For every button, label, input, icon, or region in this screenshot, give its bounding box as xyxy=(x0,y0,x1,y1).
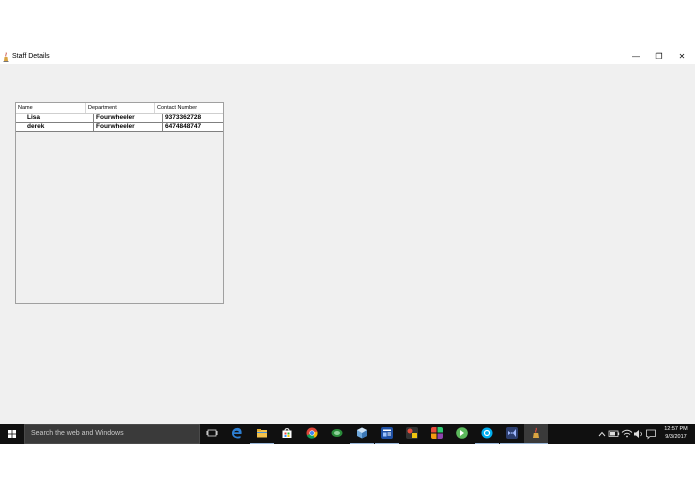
table-row[interactable]: derek Fourwheeler 6474848747 xyxy=(16,123,223,132)
photo-editor-icon[interactable] xyxy=(406,427,418,439)
cell-contact-number: 9373362728 xyxy=(165,114,202,121)
java-app-icon[interactable] xyxy=(530,427,542,439)
file-explorer-icon[interactable] xyxy=(256,427,268,439)
chevron-up-icon[interactable] xyxy=(597,424,607,444)
table-header: Name Department Contact Number xyxy=(16,103,223,114)
skype-icon[interactable] xyxy=(481,427,493,439)
tiles-icon[interactable] xyxy=(431,427,443,439)
java-app-icon xyxy=(3,52,9,62)
table-row[interactable]: Lisa Fourwheeler 9373362728 xyxy=(16,114,223,123)
restore-button[interactable]: ❐ xyxy=(648,50,670,64)
search-box[interactable]: Search the web and Windows xyxy=(24,424,200,444)
column-header-name[interactable]: Name xyxy=(16,103,86,113)
cell-department: Fourwheeler xyxy=(94,114,163,122)
store-icon[interactable] xyxy=(281,427,293,439)
news-icon[interactable] xyxy=(381,427,393,439)
cell-contact-number: 6474848747 xyxy=(165,123,202,130)
green-app-icon[interactable] xyxy=(456,427,468,439)
search-placeholder: Search the web and Windows xyxy=(31,430,124,437)
cell-name: derek xyxy=(16,123,94,131)
column-header-contact-number[interactable]: Contact Number xyxy=(155,103,223,113)
close-button[interactable]: ✕ xyxy=(671,50,693,64)
screen-margin xyxy=(0,444,695,494)
minimize-button[interactable]: — xyxy=(625,50,647,64)
clock-time: 12:57 PM xyxy=(664,426,688,432)
system-clock[interactable]: 12:57 PM 9/3/2017 xyxy=(660,425,692,441)
column-header-department[interactable]: Department xyxy=(86,103,155,113)
task-view-icon[interactable] xyxy=(206,427,218,439)
notification-icon[interactable] xyxy=(645,424,657,444)
cell-department: Fourwheeler xyxy=(94,123,163,131)
windows-start-icon[interactable] xyxy=(0,424,24,444)
chrome-icon[interactable] xyxy=(306,427,318,439)
window-content: Name Department Contact Number Lisa Four… xyxy=(0,64,695,424)
window-titlebar[interactable]: Staff Details — ❐ ✕ xyxy=(0,50,695,64)
taskbar: Search the web and Windows 12:57 PM 9/3/… xyxy=(0,424,695,444)
staff-table[interactable]: Name Department Contact Number Lisa Four… xyxy=(15,102,224,304)
volume-icon[interactable] xyxy=(633,424,644,444)
window-title: Staff Details xyxy=(12,53,50,60)
battery-icon[interactable] xyxy=(608,424,620,444)
clock-date: 9/3/2017 xyxy=(665,434,687,440)
xbox-icon[interactable] xyxy=(331,427,343,439)
wifi-icon[interactable] xyxy=(621,424,633,444)
cell-name: Lisa xyxy=(16,114,94,122)
edge-icon[interactable] xyxy=(231,427,243,439)
visual-studio-icon[interactable] xyxy=(506,427,518,439)
3d-box-icon[interactable] xyxy=(356,427,368,439)
